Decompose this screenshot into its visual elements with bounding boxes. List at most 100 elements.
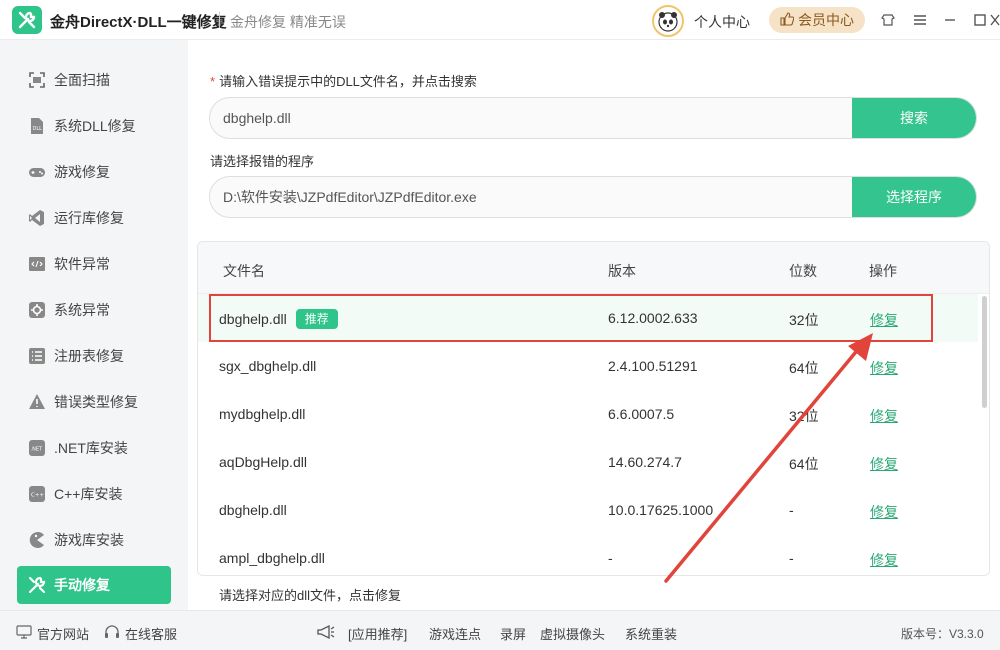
sidebar-item-label: C++库安装: [54, 486, 123, 502]
visual-studio-icon: [27, 208, 47, 228]
app-recommend-label: [应用推荐]: [348, 627, 408, 642]
repair-link[interactable]: 修复: [870, 310, 898, 330]
table-row[interactable]: mydbghelp.dll 6.6.0007.5 32位 修复: [198, 390, 978, 438]
sidebar-item-system-dll[interactable]: DLL 系统DLL修复: [17, 107, 171, 145]
minimize-icon[interactable]: [940, 10, 960, 30]
scan-icon: [27, 70, 47, 90]
repair-hint: 请选择对应的dll文件，点击修复: [219, 588, 402, 603]
row-bits: -: [789, 502, 794, 518]
column-header-bits: 位数: [789, 263, 817, 279]
table-header: 文件名 版本 位数 操作: [198, 242, 989, 294]
table-row[interactable]: dbghelp.dll 10.0.17625.1000 - 修复: [198, 486, 978, 534]
online-service-label: 在线客服: [125, 627, 178, 642]
close-icon[interactable]: [990, 10, 1000, 30]
table-scrollbar[interactable]: [981, 294, 989, 575]
online-service-link[interactable]: 在线客服: [104, 624, 177, 643]
sidebar-item-label: 游戏库安装: [54, 532, 124, 548]
link-game-clicker[interactable]: 游戏连点: [429, 624, 481, 643]
row-filename: mydbghelp.dll: [219, 406, 306, 422]
sidebar-item-software-exception[interactable]: 软件异常: [17, 245, 171, 283]
dotnet-icon: .NET: [27, 438, 47, 458]
required-mark: *: [210, 74, 216, 89]
row-bits: -: [789, 550, 794, 566]
title-bar: 金舟DirectX·DLL一键修复 金舟修复 精准无误 个人中心 会员中心: [0, 0, 1000, 40]
title-divider: [219, 12, 220, 28]
dll-search-row: 搜索: [209, 97, 977, 139]
row-version: 6.6.0007.5: [608, 406, 675, 422]
dll-results-table: 文件名 版本 位数 操作 dbghelp.dll 推荐 6.12.0002.633…: [197, 241, 990, 576]
link-system-reinstall[interactable]: 系统重装: [625, 624, 677, 643]
dll-input-label-text: 请输入错误提示中的DLL文件名，并点击搜索: [219, 74, 477, 89]
program-input-label: 请选择报错的程序: [210, 154, 315, 169]
vip-center-button[interactable]: 会员中心: [769, 7, 865, 33]
megaphone-icon: [316, 624, 336, 640]
vip-center-label: 会员中心: [798, 12, 854, 28]
sidebar-item-label: 错误类型修复: [54, 394, 138, 410]
status-bar: 官方网站 在线客服 [应用推荐] 游戏连点 录屏 虚拟摄像头 系统重装 版本号：…: [0, 610, 1000, 650]
sidebar-item-game-repair[interactable]: 游戏修复: [17, 153, 171, 191]
program-select-row: 选择程序: [209, 176, 977, 218]
sidebar-item-label: 软件异常: [54, 256, 110, 272]
sidebar-item-error-type-repair[interactable]: 错误类型修复: [17, 383, 171, 421]
sidebar-item-label: 注册表修复: [54, 348, 124, 364]
svg-text:.NET: .NET: [31, 447, 43, 453]
official-site-link[interactable]: 官方网站: [16, 624, 89, 643]
repair-link[interactable]: 修复: [870, 550, 898, 570]
link-screen-record[interactable]: 录屏: [500, 624, 526, 643]
program-path-input[interactable]: [210, 177, 854, 217]
table-row[interactable]: ampl_dbghelp.dll - - 修复: [198, 534, 978, 575]
sidebar-item-manual-repair[interactable]: 手动修复: [17, 566, 171, 604]
choose-program-button[interactable]: 选择程序: [852, 177, 976, 217]
main-panel: *请输入错误提示中的DLL文件名，并点击搜索 搜索 请选择报错的程序 选择程序 …: [188, 40, 1000, 610]
user-center-link[interactable]: 个人中心: [694, 12, 750, 32]
dll-name-input[interactable]: [210, 98, 854, 138]
sidebar-item-dotnet-install[interactable]: .NET .NET库安装: [17, 429, 171, 467]
official-site-label: 官方网站: [37, 627, 90, 642]
column-header-version: 版本: [608, 263, 636, 279]
sidebar-item-game-lib-install[interactable]: 游戏库安装: [17, 521, 171, 559]
row-bits: 32位: [789, 312, 819, 328]
sidebar-item-system-exception[interactable]: 系统异常: [17, 291, 171, 329]
svg-text:C++: C++: [31, 493, 44, 499]
sidebar-item-registry-repair[interactable]: 注册表修复: [17, 337, 171, 375]
repair-link[interactable]: 修复: [870, 406, 898, 426]
scrollbar-thumb[interactable]: [982, 296, 987, 408]
headset-icon: [104, 625, 120, 642]
sidebar: 全面扫描 DLL 系统DLL修复 游戏修复 运行库修复 软件异常 系统异常 注册…: [0, 40, 188, 610]
table-row[interactable]: aqDbgHelp.dll 14.60.274.7 64位 修复: [198, 438, 978, 486]
sidebar-item-label: 全面扫描: [54, 72, 110, 88]
sidebar-item-runtime-repair[interactable]: 运行库修复: [17, 199, 171, 237]
menu-icon[interactable]: [910, 10, 930, 30]
skin-icon[interactable]: [878, 10, 898, 30]
dll-input-label: * 请输入错误提示中的DLL文件名，并点击搜索: [210, 71, 477, 90]
repair-link[interactable]: 修复: [870, 502, 898, 522]
version-label: 版本号：V3.3.0: [901, 627, 984, 641]
repair-link[interactable]: 修复: [870, 358, 898, 378]
sidebar-item-label: 运行库修复: [54, 210, 124, 226]
app-logo-icon: [12, 6, 42, 34]
table-row[interactable]: sgx_dbghelp.dll 2.4.100.51291 64位 修复: [198, 342, 978, 390]
code-window-icon: [27, 254, 47, 274]
list-icon: [27, 346, 47, 366]
app-title: 金舟DirectX·DLL一键修复: [50, 14, 227, 31]
repair-link[interactable]: 修复: [870, 454, 898, 474]
row-filename: sgx_dbghelp.dll: [219, 358, 317, 374]
sidebar-item-label: 系统DLL修复: [54, 118, 136, 134]
maximize-icon[interactable]: [970, 10, 990, 30]
row-filename: ampl_dbghelp.dll: [219, 550, 325, 566]
svg-text:DLL: DLL: [33, 126, 43, 132]
table-row[interactable]: dbghelp.dll 推荐 6.12.0002.633 32位 修复: [198, 294, 978, 342]
wrench-icon: [27, 575, 47, 595]
column-header-filename: 文件名: [223, 263, 265, 279]
sidebar-item-full-scan[interactable]: 全面扫描: [17, 61, 171, 99]
thumbs-up-icon: [780, 11, 795, 29]
sidebar-item-label: 手动修复: [54, 577, 110, 593]
search-button[interactable]: 搜索: [852, 98, 976, 138]
monitor-icon: [16, 625, 32, 642]
row-version: -: [608, 550, 613, 566]
gamepad-icon: [27, 162, 47, 182]
sidebar-item-cpp-install[interactable]: C++ C++库安装: [17, 475, 171, 513]
dll-icon: DLL: [27, 116, 47, 136]
avatar[interactable]: [652, 5, 684, 37]
link-virtual-camera[interactable]: 虚拟摄像头: [540, 624, 605, 643]
